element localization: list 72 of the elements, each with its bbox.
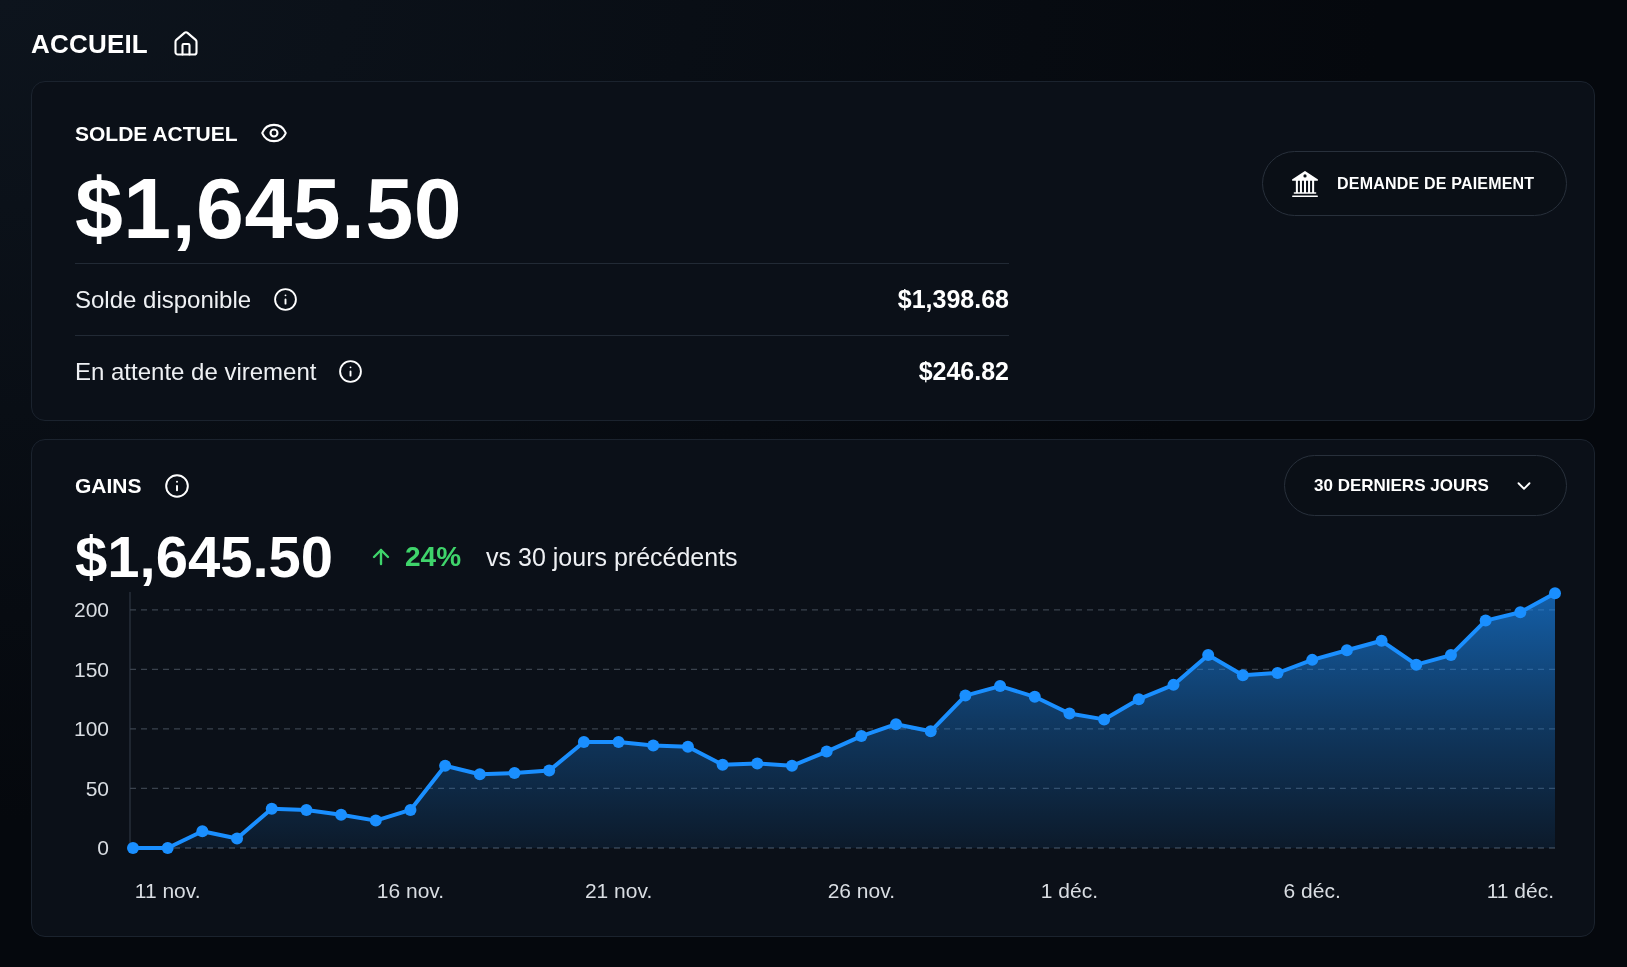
- data-point: [300, 803, 313, 816]
- data-point: [577, 736, 590, 749]
- data-point: [1063, 707, 1076, 720]
- axis-label: 200: [73, 598, 109, 622]
- data-point: [716, 758, 729, 771]
- data-point: [1167, 678, 1180, 691]
- change-caption: vs 30 jours précédents: [486, 544, 738, 570]
- balance-row-label: En attente de virement: [75, 359, 317, 384]
- data-point: [959, 689, 972, 702]
- data-point: [1549, 587, 1561, 600]
- data-point: [508, 767, 521, 779]
- balance-label: SOLDE ACTUEL: [75, 122, 238, 144]
- data-point: [473, 768, 486, 781]
- data-point: [994, 680, 1007, 693]
- axis-label: 6 déc.: [1283, 879, 1341, 903]
- axis-label: 150: [73, 657, 109, 681]
- data-point: [1410, 658, 1423, 671]
- change-percent: 24%: [405, 543, 462, 571]
- data-point: [647, 739, 660, 752]
- balance-amount: $1,645.50: [75, 165, 463, 251]
- data-point: [786, 759, 798, 772]
- earnings-amount: $1,645.50: [75, 528, 334, 586]
- period-dropdown[interactable]: 30 DERNIERS JOURS: [1284, 455, 1567, 516]
- data-point: [1340, 644, 1353, 657]
- data-point: [196, 825, 209, 838]
- data-point: [1514, 606, 1527, 619]
- data-point: [1479, 614, 1492, 627]
- data-point: [265, 802, 278, 815]
- data-point: [369, 814, 382, 827]
- data-point: [1306, 653, 1319, 666]
- axis-label: 26 nov.: [827, 879, 895, 903]
- data-point: [439, 759, 452, 772]
- data-point: [335, 808, 348, 821]
- data-point: [543, 764, 556, 777]
- data-point: [1375, 634, 1388, 647]
- data-point: [404, 803, 417, 816]
- data-point: [127, 842, 139, 854]
- data-point: [924, 725, 937, 738]
- data-point: [231, 832, 244, 845]
- data-point: [820, 745, 833, 758]
- data-point: [890, 718, 902, 731]
- data-point: [751, 757, 764, 770]
- axis-label: 16 nov.: [376, 879, 445, 903]
- earnings-title: GAINS: [75, 475, 142, 496]
- data-point: [681, 740, 694, 753]
- info-icon: [163, 472, 190, 499]
- payment-request-button[interactable]: DEMANDE DE PAIEMENT: [1262, 151, 1567, 216]
- data-point: [1098, 713, 1111, 726]
- bank-icon: [1292, 170, 1318, 197]
- axis-label: 0: [97, 836, 109, 860]
- balance-row-label: Solde disponible: [75, 287, 252, 312]
- data-point: [1271, 666, 1284, 679]
- data-point: [855, 730, 868, 743]
- home-icon[interactable]: [171, 30, 200, 58]
- data-point: [612, 736, 625, 749]
- data-point: [1236, 669, 1249, 682]
- page-title: ACCUEIL: [31, 31, 148, 57]
- data-point: [1202, 649, 1215, 662]
- info-icon: [338, 359, 364, 384]
- balance-row-value: $1,398.68: [897, 287, 1009, 312]
- balance-row-value: $246.82: [918, 359, 1009, 384]
- data-point: [1444, 649, 1457, 662]
- data-point: [161, 842, 174, 854]
- data-point: [1028, 690, 1041, 703]
- axis-label: 100: [73, 717, 109, 741]
- axis-label: 1 déc.: [1040, 879, 1099, 903]
- axis-label: 11 nov.: [134, 879, 201, 903]
- axis-label: 50: [85, 776, 109, 800]
- data-point: [1132, 693, 1145, 706]
- axis-label: 21 nov.: [584, 879, 653, 903]
- info-icon: [273, 287, 299, 312]
- axis-label: 11 déc.: [1486, 879, 1554, 903]
